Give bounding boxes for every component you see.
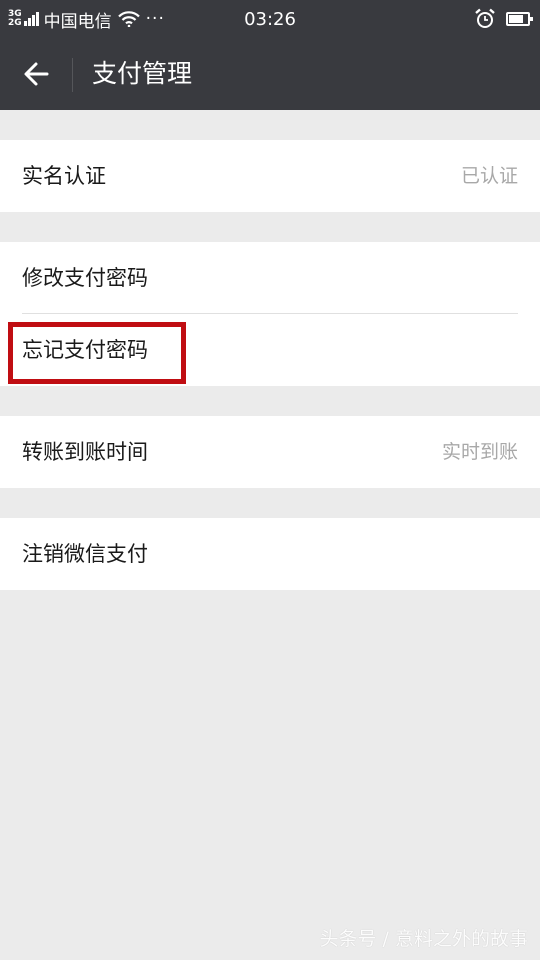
title-divider — [72, 58, 73, 92]
list-item-transfer-arrival-time[interactable]: 转账到账时间 实时到账 — [0, 416, 540, 488]
back-button[interactable] — [14, 52, 58, 96]
settings-group-verification: 实名认证 已认证 — [0, 140, 540, 212]
status-time: 03:26 — [244, 9, 296, 30]
row-value: 已认证 — [460, 165, 518, 187]
title-bar: 支付管理 — [0, 38, 540, 110]
status-bar: 3G 2G 中国电信 ··· 03:26 — [0, 0, 540, 38]
row-label: 实名认证 — [22, 164, 106, 188]
row-label: 修改支付密码 — [22, 266, 148, 290]
row-label: 转账到账时间 — [22, 440, 148, 464]
highlight-annotation-box — [8, 322, 186, 384]
row-value: 实时到账 — [441, 441, 518, 463]
battery-level — [509, 15, 523, 23]
alarm-clock-icon — [475, 8, 495, 28]
row-label: 注销微信支付 — [22, 542, 148, 566]
battery-icon — [506, 12, 533, 26]
watermark: 头条号 / 意料之外的故事 — [319, 928, 528, 950]
status-right — [474, 0, 533, 38]
arrow-left-icon — [24, 62, 49, 86]
settings-group-cancel: 注销微信支付 — [0, 518, 540, 590]
list-item-cancel-wechat-pay[interactable]: 注销微信支付 — [0, 518, 540, 590]
page-title: 支付管理 — [92, 59, 193, 88]
list-item-change-pay-password[interactable]: 修改支付密码 — [0, 242, 540, 314]
list-item-real-name-verification[interactable]: 实名认证 已认证 — [0, 140, 540, 212]
settings-group-transfer: 转账到账时间 实时到账 — [0, 416, 540, 488]
